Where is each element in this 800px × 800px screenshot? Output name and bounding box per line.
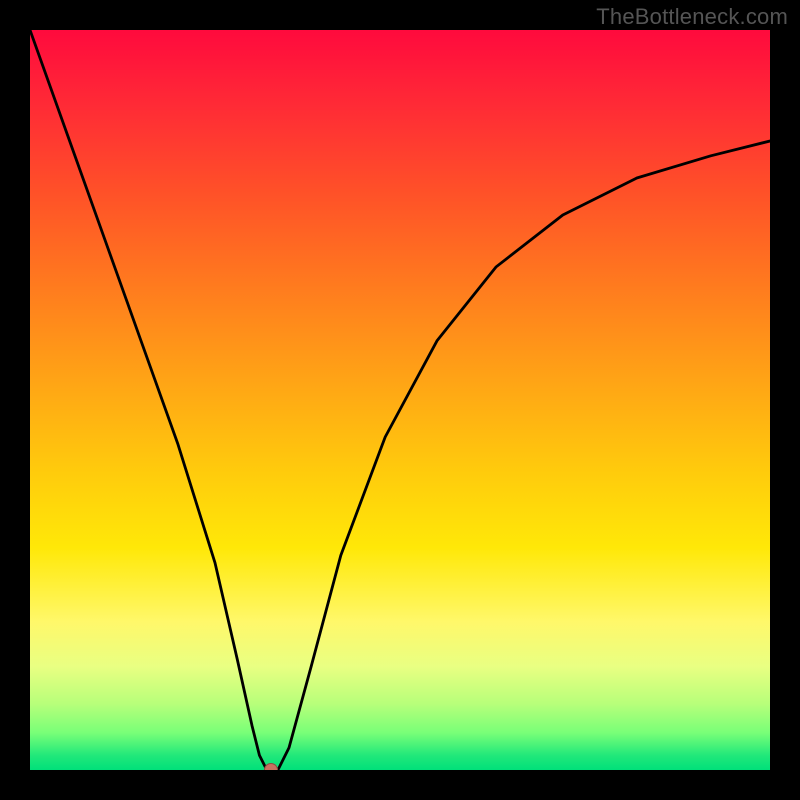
chart-frame: TheBottleneck.com [0, 0, 800, 800]
bottleneck-curve-path [30, 30, 770, 770]
plot-area [30, 30, 770, 770]
optimal-point-marker [264, 763, 278, 770]
watermark-text: TheBottleneck.com [596, 4, 788, 30]
bottleneck-curve-svg [30, 30, 770, 770]
